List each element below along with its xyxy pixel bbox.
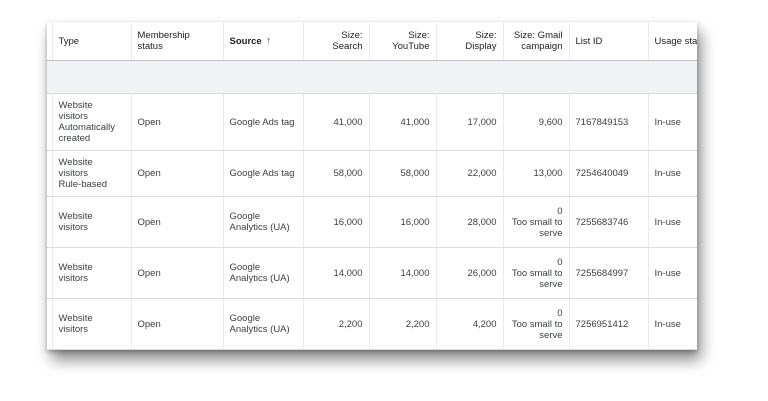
gmail-size-value: 9,600 (538, 116, 563, 128)
cell-size-display: 17,000 (436, 93, 504, 151)
cell-size-youtube: 58,000 (369, 150, 437, 197)
gmail-size-value: 13,000 (533, 168, 563, 179)
column-header-size-search[interactable]: Size: Search (303, 22, 370, 61)
table-row[interactable]: Website visitors Automatically created Op… (47, 93, 697, 151)
type-sublabel: Rule-based (58, 179, 108, 190)
cell-size-gmail: 0 Too small to serve (503, 247, 570, 299)
cell-size-display: 22,000 (436, 150, 504, 197)
audience-lists-table-panel: Type Membership status Source ↑ Size: Sea… (47, 22, 697, 350)
table-row[interactable]: Website visitors Rule-based Open Google A… (47, 150, 697, 197)
audience-lists-table: Type Membership status Source ↑ Size: Sea… (47, 22, 697, 350)
column-header-list-id[interactable]: List ID (569, 22, 649, 61)
cell-usage-status: In-use (648, 247, 697, 299)
cell-size-gmail: 0 Too small to serve (503, 196, 570, 248)
cell-usage-status: In-use (648, 150, 697, 197)
cell-type: Website visitors (52, 247, 132, 299)
cell-size-gmail: 0 Too small to serve (503, 298, 570, 350)
column-header-membership-status[interactable]: Membership status (131, 22, 224, 61)
cell-source: Google Analytics (UA) (223, 298, 304, 350)
cell-usage-status: In-use (648, 196, 697, 248)
cell-list-id: 7255683746 (569, 196, 649, 248)
cell-type: Website visitors (52, 298, 132, 350)
gmail-size-note: Too small to serve (511, 267, 563, 290)
cell-type: Website visitors Rule-based (52, 150, 132, 197)
column-header-size-gmail[interactable]: Size: Gmail campaign (503, 22, 570, 61)
cell-size-display: 4,200 (436, 298, 504, 350)
column-header-type[interactable]: Type (52, 22, 132, 61)
gmail-size-note: Too small to serve (511, 318, 563, 341)
cell-size-youtube: 41,000 (369, 93, 437, 151)
cell-list-id: 7167849153 (569, 93, 649, 151)
column-header-source-label: Source (229, 35, 262, 47)
table-row[interactable]: Website visitors Open Google Analytics (… (47, 247, 697, 299)
type-label: Website visitors (58, 100, 93, 122)
cell-list-id: 7255684997 (569, 247, 649, 299)
cell-membership-status: Open (131, 298, 224, 350)
cell-size-search: 58,000 (303, 150, 370, 197)
cell-list-id: 7254640049 (569, 150, 649, 197)
column-header-source[interactable]: Source ↑ (223, 22, 304, 61)
cell-size-display: 26,000 (436, 247, 504, 299)
cell-list-id: 7256951412 (569, 298, 649, 350)
type-label: Website visitors (58, 157, 93, 179)
cell-membership-status: Open (131, 196, 224, 248)
gmail-size-note: Too small to serve (511, 216, 563, 239)
cell-source: Google Ads tag (223, 150, 304, 197)
column-header-size-youtube[interactable]: Size: YouTube (369, 22, 437, 61)
table-row[interactable]: Website visitors Open Google Analytics (… (47, 298, 697, 350)
type-sublabel: Automatically created (58, 122, 116, 144)
cell-membership-status: Open (131, 247, 224, 299)
cell-usage-status: In-use (648, 298, 697, 350)
sort-ascending-icon: ↑ (265, 34, 272, 47)
summary-row (47, 60, 697, 94)
column-header-usage-status[interactable]: Usage status (648, 22, 697, 61)
cell-usage-status: In-use (648, 93, 697, 151)
cell-size-search: 16,000 (303, 196, 370, 248)
table-header-row: Type Membership status Source ↑ Size: Sea… (47, 22, 697, 61)
gmail-size-value: 0 (557, 256, 563, 268)
cell-size-search: 41,000 (303, 93, 370, 151)
cell-size-display: 28,000 (436, 196, 504, 248)
cell-type: Website visitors (52, 196, 132, 248)
cell-size-gmail: 13,000 (503, 150, 570, 197)
cell-type: Website visitors Automatically created (52, 93, 132, 151)
cell-membership-status: Open (131, 93, 224, 151)
cell-size-search: 14,000 (303, 247, 370, 299)
column-header-size-display[interactable]: Size: Display (436, 22, 504, 61)
cell-size-youtube: 2,200 (369, 298, 437, 350)
cell-membership-status: Open (131, 150, 224, 197)
gmail-size-value: 0 (557, 205, 563, 217)
cell-size-gmail: 9,600 (503, 93, 570, 151)
summary-row-cell (47, 60, 697, 94)
gmail-size-value: 0 (557, 307, 563, 319)
cell-source: Google Analytics (UA) (223, 196, 304, 248)
cell-size-youtube: 14,000 (369, 247, 437, 299)
cell-source: Google Ads tag (223, 93, 304, 151)
cell-size-search: 2,200 (303, 298, 370, 350)
table-row[interactable]: Website visitors Open Google Analytics (… (47, 196, 697, 248)
cell-source: Google Analytics (UA) (223, 247, 304, 299)
cell-size-youtube: 16,000 (369, 196, 437, 248)
